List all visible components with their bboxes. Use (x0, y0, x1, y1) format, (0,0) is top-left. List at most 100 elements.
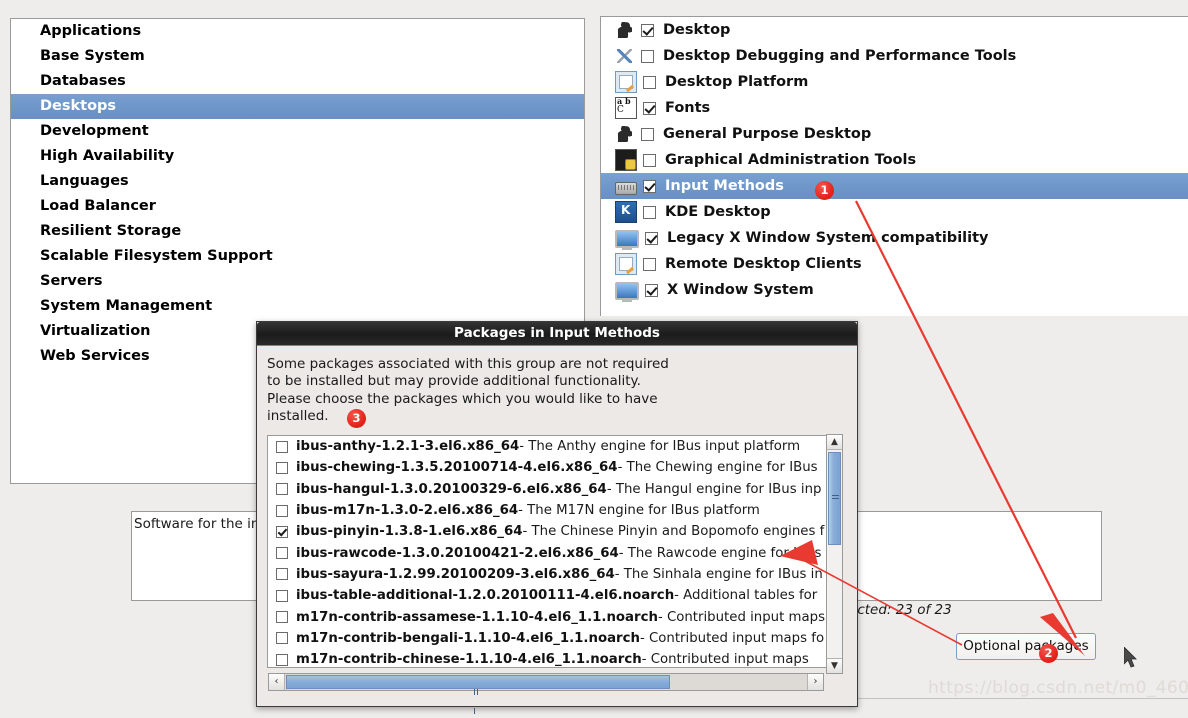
category-item-label: Web Services (40, 348, 150, 364)
scroll-left-button[interactable]: ‹ (269, 674, 285, 690)
gnome-foot-icon (615, 124, 635, 144)
optional-package-checkbox[interactable] (276, 440, 288, 453)
optional-package-description: - The M17N engine for IBus platform (518, 503, 760, 519)
scroll-right-button[interactable]: › (807, 674, 823, 690)
package-group-row[interactable]: General Purpose Desktop (601, 121, 1188, 147)
monitor-icon (615, 282, 639, 302)
optional-package-row[interactable]: ibus-hangul-1.3.0.20100329-6.el6.x86_64 … (268, 479, 836, 500)
package-group-row[interactable]: KDE Desktop (601, 199, 1188, 225)
package-group-checkbox[interactable] (643, 101, 656, 115)
optional-package-row[interactable]: m17n-contrib-assamese-1.1.10-4.el6_1.1.n… (268, 606, 836, 627)
category-item-label: Databases (40, 73, 126, 89)
package-group-row[interactable]: X Window System (601, 277, 1188, 303)
package-group-row[interactable]: Desktop Platform (601, 69, 1188, 95)
category-item-label: Base System (40, 48, 145, 64)
package-group-checkbox[interactable] (643, 75, 656, 89)
package-group-label: KDE Desktop (665, 204, 771, 220)
tools-icon (615, 46, 635, 66)
scroll-thumb-grip (832, 495, 839, 500)
optional-package-row[interactable]: ibus-m17n-1.3.0-2.el6.x86_64 - The M17N … (268, 500, 836, 521)
optional-package-name: ibus-sayura-1.2.99.20100209-3.el6.x86_64 (296, 566, 615, 582)
optional-package-row[interactable]: m17n-contrib-bengali-1.1.10-4.el6_1.1.no… (268, 628, 836, 649)
optional-package-checkbox[interactable] (276, 547, 288, 560)
scroll-up-button[interactable]: ▲ (827, 435, 842, 450)
package-group-row[interactable]: Remote Desktop Clients (601, 251, 1188, 277)
category-item-label: Virtualization (40, 323, 151, 339)
optional-package-name: ibus-anthy-1.2.1-3.el6.x86_64 (296, 439, 520, 455)
optional-package-description: - The Chewing engine for IBus (617, 460, 818, 476)
package-group-list[interactable]: Desktop Desktop Debugging and Performance… (600, 16, 1188, 316)
package-group-checkbox[interactable] (645, 231, 658, 245)
admin-lock-icon (615, 149, 637, 171)
optional-package-name: ibus-chewing-1.3.5.20100714-4.el6.x86_64 (296, 460, 618, 476)
category-item[interactable]: Databases (11, 69, 584, 94)
package-group-checkbox[interactable] (641, 49, 654, 63)
optional-package-checkbox[interactable] (276, 589, 288, 602)
package-group-row[interactable]: Input Methods (601, 173, 1188, 199)
package-icon (615, 71, 637, 93)
optional-package-checkbox[interactable] (276, 568, 288, 581)
category-item[interactable]: Desktops (11, 94, 584, 119)
watermark-text: https://blog.csdn.net/m0_46015143 (928, 678, 1188, 698)
optional-package-list[interactable]: ibus-anthy-1.2.1-3.el6.x86_64 - The Anth… (267, 435, 837, 668)
optional-package-checkbox[interactable] (276, 504, 288, 517)
optional-package-checkbox[interactable] (276, 632, 288, 645)
optional-package-checkbox[interactable] (276, 461, 288, 474)
category-item[interactable]: High Availability (11, 144, 584, 169)
category-item-label: Load Balancer (40, 198, 156, 214)
optional-package-checkbox[interactable] (276, 525, 288, 538)
optional-package-description: - The Hangul engine for IBus inp (606, 481, 822, 497)
package-group-label: Legacy X Window System compatibility (667, 230, 989, 246)
category-item[interactable]: Development (11, 119, 584, 144)
package-group-row[interactable]: Desktop (601, 17, 1188, 43)
package-group-checkbox[interactable] (643, 153, 656, 167)
category-item-label: Desktops (40, 98, 117, 114)
category-item[interactable]: Applications (11, 19, 584, 44)
optional-package-name: ibus-m17n-1.3.0-2.el6.x86_64 (296, 503, 519, 519)
package-group-label: General Purpose Desktop (663, 126, 872, 142)
package-group-label: Graphical Administration Tools (665, 152, 917, 168)
package-group-row[interactable]: Desktop Debugging and Performance Tools (601, 43, 1188, 69)
package-group-checkbox[interactable] (643, 257, 656, 271)
category-item[interactable]: Resilient Storage (11, 219, 584, 244)
vertical-scroll-thumb[interactable] (828, 452, 841, 545)
optional-package-row[interactable]: ibus-rawcode-1.3.0.20100421-2.el6.x86_64… (268, 542, 836, 563)
package-group-checkbox[interactable] (643, 205, 656, 219)
dialog-list-horizontal-scrollbar[interactable]: ‹ › (268, 673, 824, 714)
annotation-badge: 2 (1039, 644, 1058, 663)
category-item[interactable]: Servers (11, 269, 584, 294)
package-group-row[interactable]: Graphical Administration Tools (601, 147, 1188, 173)
optional-package-checkbox[interactable] (276, 653, 288, 666)
category-item-label: Resilient Storage (40, 223, 182, 239)
monitor-icon (615, 230, 639, 250)
optional-package-row[interactable]: ibus-anthy-1.2.1-3.el6.x86_64 - The Anth… (268, 436, 836, 457)
optional-package-row[interactable]: ibus-sayura-1.2.99.20100209-3.el6.x86_64… (268, 564, 836, 585)
package-group-row[interactable]: Legacy X Window System compatibility (601, 225, 1188, 251)
package-icon (615, 253, 637, 275)
category-item-label: Languages (40, 173, 129, 189)
package-group-checkbox[interactable] (643, 179, 656, 193)
dialog-list-vertical-scrollbar[interactable]: ▲ ▼ (826, 434, 843, 674)
horizontal-scroll-thumb[interactable] (286, 675, 670, 714)
category-item[interactable]: Load Balancer (11, 194, 584, 219)
optional-package-row[interactable]: ibus-chewing-1.3.5.20100714-4.el6.x86_64… (268, 457, 836, 478)
optional-package-checkbox[interactable] (276, 611, 288, 624)
optional-package-row[interactable]: ibus-pinyin-1.3.8-1.el6.x86_64 - The Chi… (268, 521, 836, 542)
package-group-checkbox[interactable] (641, 127, 654, 141)
category-item[interactable]: Base System (11, 44, 584, 69)
scroll-down-button[interactable]: ▼ (827, 658, 842, 673)
package-group-row[interactable]: Fonts (601, 95, 1188, 121)
package-group-label: Desktop Platform (665, 74, 809, 90)
optional-package-row[interactable]: m17n-contrib-chinese-1.1.10-4.el6_1.1.no… (268, 649, 836, 667)
category-item[interactable]: System Management (11, 294, 584, 319)
optional-package-row[interactable]: ibus-table-additional-1.2.0.20100111-4.e… (268, 585, 836, 606)
keyboard-icon (615, 181, 637, 195)
optional-packages-button[interactable]: Optional packages (956, 633, 1096, 660)
category-item[interactable]: Languages (11, 169, 584, 194)
category-item[interactable]: Scalable Filesystem Support (11, 244, 584, 269)
kde-icon (615, 201, 637, 223)
optional-package-checkbox[interactable] (276, 483, 288, 496)
optional-package-description: - The Chinese Pinyin and Bopomofo engine… (522, 524, 825, 540)
package-group-checkbox[interactable] (645, 283, 658, 297)
package-group-checkbox[interactable] (641, 23, 654, 37)
